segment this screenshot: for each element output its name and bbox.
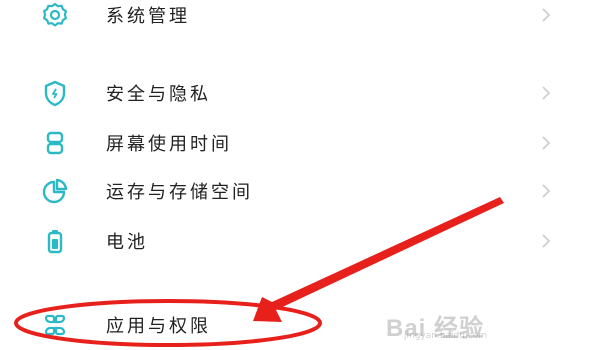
- chevron-right-icon: [540, 183, 552, 199]
- settings-item-label: 应用与权限: [106, 316, 211, 337]
- chevron-right-icon: [540, 135, 552, 151]
- settings-item-label: 系统管理: [106, 6, 190, 27]
- settings-item-label: 电池: [106, 232, 148, 253]
- chevron-right-icon: [540, 7, 552, 23]
- gear-icon: [40, 0, 70, 30]
- settings-item-security-privacy[interactable]: 安全与隐私: [0, 70, 600, 116]
- settings-item-label: 屏幕使用时间: [106, 134, 232, 155]
- settings-item-battery[interactable]: 电池: [0, 218, 600, 264]
- settings-item-memory-storage[interactable]: 运存与存储空间: [0, 168, 600, 214]
- settings-item-label: 运存与存储空间: [106, 182, 253, 203]
- apps-grid-icon: [40, 310, 70, 340]
- pie-chart-icon: [40, 176, 70, 206]
- section-divider: [0, 268, 600, 278]
- settings-item-screen-time[interactable]: 屏幕使用时间: [0, 120, 600, 166]
- chevron-right-icon: [540, 233, 552, 249]
- shield-icon: [40, 78, 70, 108]
- battery-icon: [40, 226, 70, 256]
- group-spacer: [0, 42, 600, 68]
- settings-item-apps-permissions[interactable]: 应用与权限: [0, 302, 600, 348]
- chevron-right-icon: [540, 85, 552, 101]
- settings-item-system-management[interactable]: 系统管理: [0, 0, 600, 38]
- hourglass-icon: [40, 128, 70, 158]
- settings-item-label: 安全与隐私: [106, 84, 211, 105]
